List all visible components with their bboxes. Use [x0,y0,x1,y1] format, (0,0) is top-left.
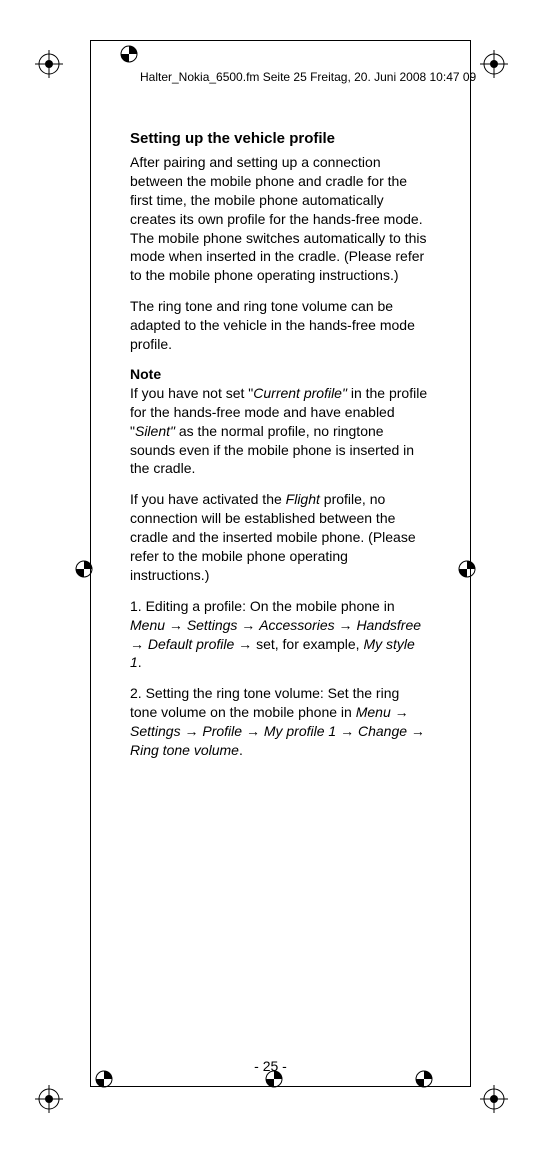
step2-profile: Profile [202,723,242,739]
section-heading: Setting up the vehicle profile [130,130,430,147]
step1-settings: Settings [187,617,238,633]
crop-mark-icon [453,555,481,583]
step2-change: Change [358,723,407,739]
note-text-pre: If you have not set " [130,385,253,401]
step1-pre: 1. Editing a profile: On the mobile phon… [130,598,395,614]
note-italic-2: Silent" [135,423,175,439]
step2-menu: Menu [356,704,391,720]
arrow-icon: → [181,723,203,739]
paragraph-1: After pairing and setting up a connectio… [130,153,430,285]
page-content: Setting up the vehicle profile After pai… [130,130,430,772]
registration-mark-icon [480,1085,508,1113]
arrow-icon: → [165,617,187,633]
step2-myprofile: My profile 1 [264,723,336,739]
arrow-icon: → [130,636,148,652]
step1-accessories: Accessories [259,617,334,633]
step2-settings: Settings [130,723,181,739]
arrow-icon: → [237,617,259,633]
step1-mid: set, for example, [256,636,363,652]
arrow-icon: → [242,723,264,739]
crop-mark-icon [260,1065,288,1093]
para4-pre: If you have activated the [130,491,286,507]
registration-mark-icon [35,1085,63,1113]
arrow-icon: → [234,636,256,652]
step2-ringtone: Ring tone volume [130,742,239,758]
crop-mark-icon [410,1065,438,1093]
step-1: 1. Editing a profile: On the mobile phon… [130,597,430,673]
para4-italic: Flight [286,491,320,507]
step1-handsfree: Handsfree [356,617,421,633]
arrow-icon: → [335,617,357,633]
note-label: Note [130,366,430,382]
registration-mark-icon [35,50,63,78]
arrow-icon: → [391,704,409,720]
registration-mark-icon [480,50,508,78]
crop-mark-icon [70,555,98,583]
arrow-icon: → [407,723,425,739]
file-header: Halter_Nokia_6500.fm Seite 25 Freitag, 2… [140,70,476,84]
arrow-icon: → [336,723,358,739]
step2-end: . [239,742,243,758]
crop-mark-icon [115,40,143,68]
step1-default: Default profile [148,636,234,652]
note-italic-1: Current profile" [253,385,347,401]
step1-end: . [138,654,142,670]
step1-menu: Menu [130,617,165,633]
step-2: 2. Setting the ring tone volume: Set the… [130,684,430,760]
note-paragraph: If you have not set "Current profile" in… [130,384,430,478]
paragraph-2: The ring tone and ring tone volume can b… [130,297,430,354]
crop-mark-icon [90,1065,118,1093]
paragraph-4: If you have activated the Flight profile… [130,490,430,584]
